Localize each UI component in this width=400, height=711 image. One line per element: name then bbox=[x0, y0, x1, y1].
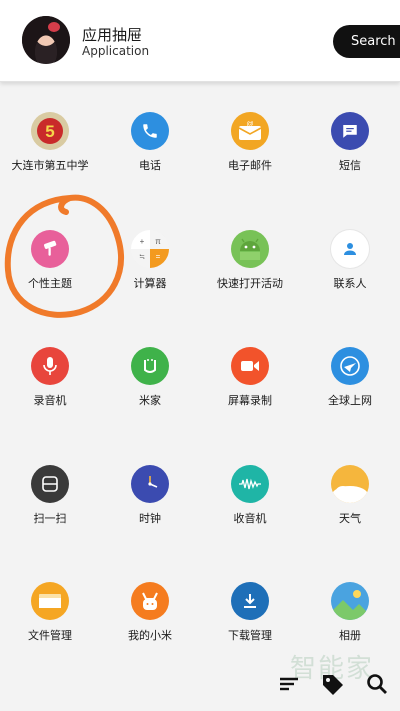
download-icon bbox=[231, 582, 269, 620]
app-label: 快速打开活动 bbox=[217, 277, 283, 290]
app-label: 计算器 bbox=[133, 277, 167, 290]
app-item[interactable]: 天气 bbox=[300, 465, 400, 526]
message-icon bbox=[331, 112, 369, 150]
app-label: 电子邮件 bbox=[228, 159, 272, 172]
drawer-title: 应用抽屉 bbox=[82, 26, 143, 44]
svg-text:@: @ bbox=[246, 121, 253, 128]
app-item[interactable]: 米家 bbox=[100, 347, 200, 408]
calculator-icon: + π ≒ = bbox=[131, 230, 169, 268]
app-label: 个性主题 bbox=[28, 277, 72, 290]
bottom-toolbar bbox=[270, 672, 400, 704]
app-label: 文件管理 bbox=[28, 629, 72, 642]
svg-text:+: + bbox=[140, 237, 145, 246]
app-label: 全球上网 bbox=[328, 394, 372, 407]
app-label: 天气 bbox=[339, 512, 361, 525]
app-label: 扫一扫 bbox=[33, 512, 67, 525]
app-label: 下载管理 bbox=[228, 629, 272, 642]
app-item[interactable]: 下载管理 bbox=[200, 582, 300, 643]
search-button[interactable]: Search bbox=[333, 25, 400, 58]
app-label: 我的小米 bbox=[128, 629, 172, 642]
app-item[interactable]: 文件管理 bbox=[0, 582, 100, 643]
app-item[interactable]: 快速打开活动 bbox=[200, 230, 300, 291]
avatar-hair bbox=[22, 16, 70, 64]
app-label: 短信 bbox=[339, 159, 361, 172]
weather-icon bbox=[331, 465, 369, 503]
app-item[interactable]: @ 电子邮件 bbox=[200, 112, 300, 173]
mijia-icon bbox=[131, 347, 169, 385]
mi-bunny-icon bbox=[131, 582, 169, 620]
mail-icon: @ bbox=[231, 112, 269, 150]
app-item[interactable]: + π ≒ = 计算器 bbox=[100, 230, 200, 291]
gallery-icon bbox=[331, 582, 369, 620]
avatar[interactable] bbox=[22, 16, 70, 64]
app-item[interactable]: 录音机 bbox=[0, 347, 100, 408]
app-item[interactable]: 电话 bbox=[100, 112, 200, 173]
theme-brush-icon bbox=[31, 230, 69, 268]
app-item[interactable]: 短信 bbox=[300, 112, 400, 173]
app-label: 相册 bbox=[339, 629, 361, 642]
app-grid: 5 大连市第五中学 电话 @ 电子邮件 短信 个性主题 + π ≒ = 计算器 … bbox=[0, 82, 400, 711]
sort-icon[interactable] bbox=[277, 672, 303, 698]
app-item[interactable]: 联系人 bbox=[300, 230, 400, 291]
contact-icon bbox=[331, 230, 369, 268]
avatar-flower bbox=[48, 22, 60, 32]
tag-icon[interactable] bbox=[320, 672, 346, 698]
app-item[interactable]: 5 大连市第五中学 bbox=[0, 112, 100, 173]
search-icon[interactable] bbox=[365, 672, 391, 698]
app-item[interactable]: 全球上网 bbox=[300, 347, 400, 408]
svg-text:5: 5 bbox=[45, 122, 54, 141]
app-label: 屏幕录制 bbox=[228, 394, 272, 407]
svg-text:=: = bbox=[156, 252, 161, 261]
app-label: 电话 bbox=[139, 159, 161, 172]
clock-icon bbox=[131, 465, 169, 503]
app-label: 收音机 bbox=[233, 512, 267, 525]
drawer-subtitle: Application bbox=[82, 44, 150, 58]
app-item[interactable]: 屏幕录制 bbox=[200, 347, 300, 408]
svg-text:≒: ≒ bbox=[139, 254, 145, 261]
app-label: 录音机 bbox=[33, 394, 67, 407]
video-record-icon bbox=[231, 347, 269, 385]
android-icon bbox=[231, 230, 269, 268]
phone-icon bbox=[131, 112, 169, 150]
app-label: 米家 bbox=[139, 394, 161, 407]
folder-icon bbox=[31, 582, 69, 620]
app-label: 大连市第五中学 bbox=[11, 159, 89, 172]
radio-icon bbox=[231, 465, 269, 503]
app-label: 时钟 bbox=[139, 512, 161, 525]
globe-plane-icon bbox=[331, 347, 369, 385]
app-drawer-header: 应用抽屉 Application Search bbox=[0, 0, 400, 82]
microphone-icon bbox=[31, 347, 69, 385]
svg-text:π: π bbox=[155, 237, 161, 246]
app-label: 联系人 bbox=[333, 277, 367, 290]
app-item[interactable]: 相册 bbox=[300, 582, 400, 643]
school-logo-icon: 5 bbox=[31, 112, 69, 150]
app-item[interactable]: 个性主题 bbox=[0, 230, 100, 291]
app-item[interactable]: 我的小米 bbox=[100, 582, 200, 643]
app-item[interactable]: 扫一扫 bbox=[0, 465, 100, 526]
app-item[interactable]: 收音机 bbox=[200, 465, 300, 526]
app-item[interactable]: 时钟 bbox=[100, 465, 200, 526]
scan-icon bbox=[31, 465, 69, 503]
